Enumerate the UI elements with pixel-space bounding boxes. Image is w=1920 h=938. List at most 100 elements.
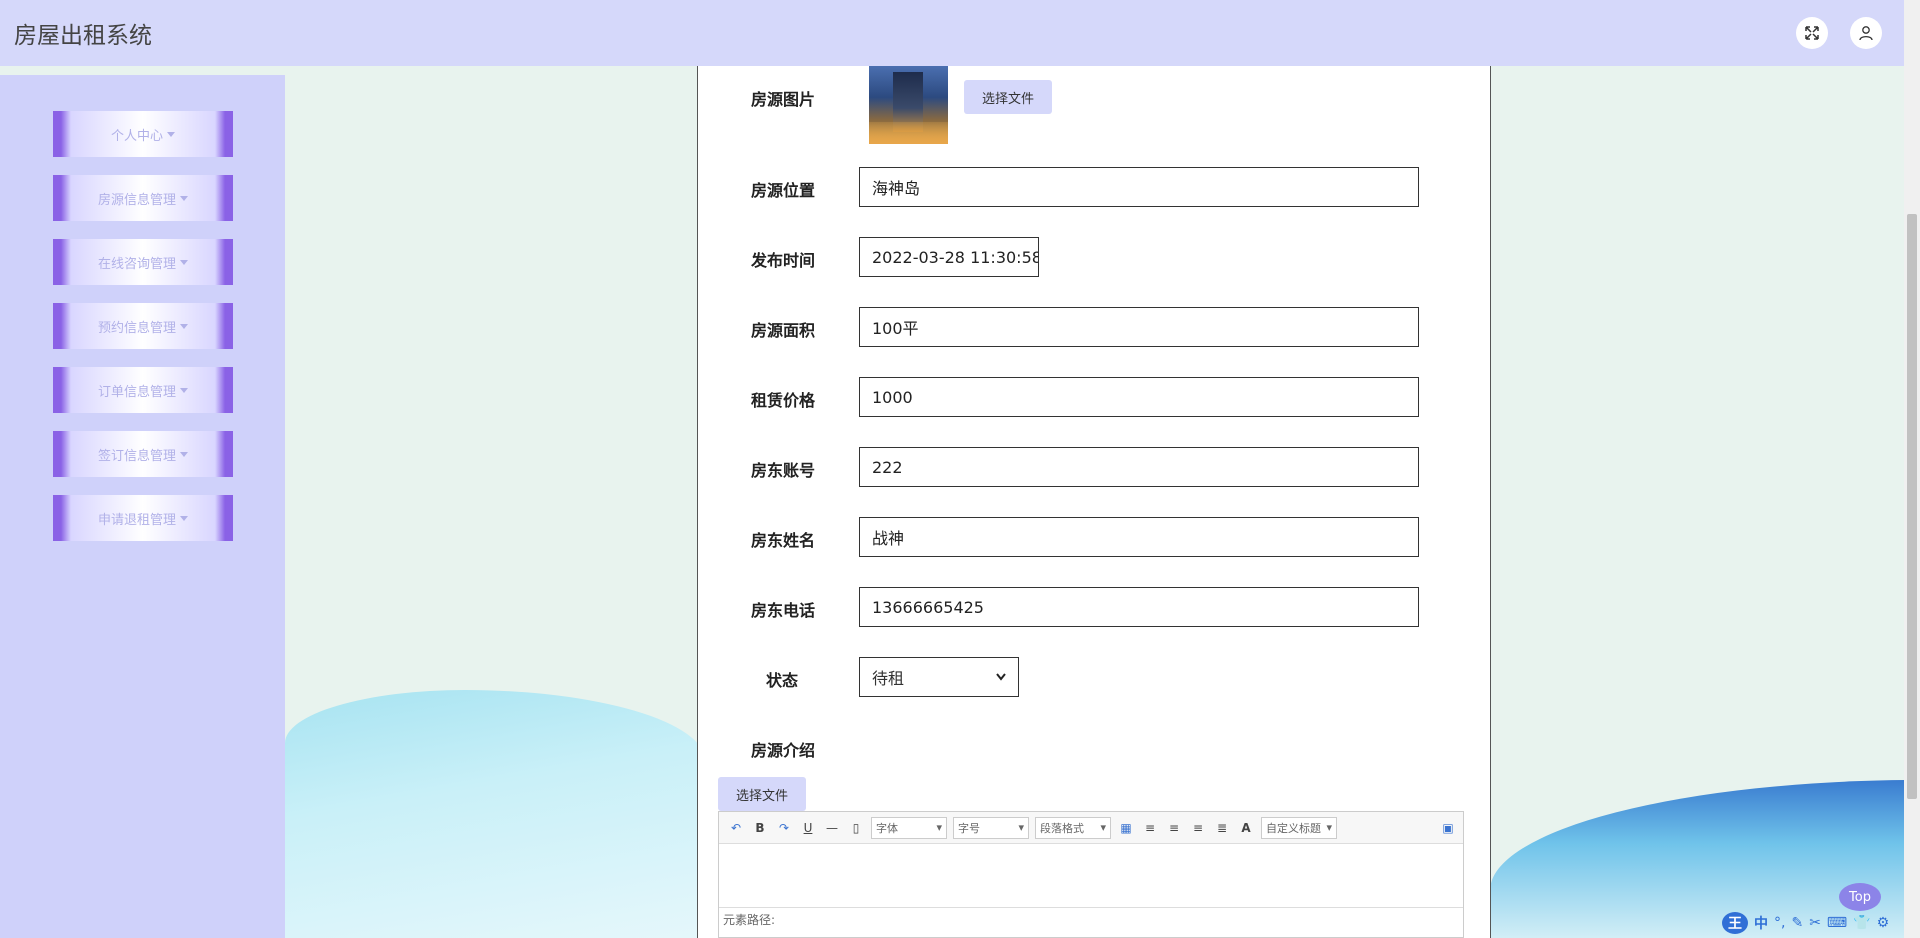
paragraph-format-select[interactable]: 段落格式 ▾: [1035, 816, 1111, 839]
editor-toolbar: ↶ B ↷ U — ▯ 字体 ▾ 字号 ▾ 段落格式 ▾ ▦ ≡ ≡ ≡ ≣ A 自定…: [719, 812, 1463, 844]
bold-icon[interactable]: B: [751, 819, 769, 837]
image-row: 房源图片 选择文件: [698, 66, 1490, 146]
fullscreen-editor-icon[interactable]: ▣: [1439, 819, 1457, 837]
sidebar-item-label: 个人中心: [110, 128, 163, 144]
location-row: 房源位置 海神岛: [698, 167, 1490, 207]
sidebar-item-label: 房源信息管理: [97, 192, 176, 208]
settings-icon[interactable]: ⚙: [1877, 915, 1890, 931]
status-label: 状态: [766, 671, 799, 690]
align-center-icon[interactable]: ≡: [1189, 819, 1207, 837]
ime-toolbar: 王 中 °, ✎ ✂ ⌨ 👕 ⚙: [1722, 910, 1904, 936]
sidebar-item-checkout-management[interactable]: 申请退租管理: [53, 495, 233, 541]
dropdown-arrow-icon: ▾: [936, 821, 942, 834]
top-header: 房屋出租系统: [0, 0, 1904, 66]
user-menu-button[interactable]: [1850, 17, 1882, 49]
editor-element-path: 元素路径:: [719, 907, 1463, 931]
caret-down-icon: [167, 131, 175, 137]
sidebar: 个人中心 房源信息管理 在线咨询管理 预约信息管理 订单信息管理 签订信息管理 …: [0, 75, 285, 938]
area-row: 房源面积 100平: [698, 307, 1490, 347]
listing-image-thumbnail: [869, 66, 948, 144]
sidebar-item-label: 签订信息管理: [97, 448, 176, 464]
pen-icon[interactable]: ✎: [1791, 915, 1803, 931]
underline-icon[interactable]: U: [799, 819, 817, 837]
intro-label: 房源介绍: [751, 741, 816, 760]
sidebar-item-label: 订单信息管理: [97, 384, 176, 400]
choose-intro-file-button[interactable]: 选择文件: [718, 777, 806, 811]
publish-time-row: 发布时间 2022-03-28 11:30:58: [698, 237, 1490, 277]
skin-icon[interactable]: 👕: [1853, 915, 1870, 931]
align-right-icon[interactable]: ≡: [1165, 819, 1183, 837]
sidebar-item-appointment-management[interactable]: 预约信息管理: [53, 303, 233, 349]
custom-heading-select-value: 自定义标题: [1266, 821, 1321, 835]
price-row: 租赁价格 1000: [698, 377, 1490, 417]
caret-down-icon: [180, 195, 188, 201]
landlord-account-row: 房东账号 222: [698, 447, 1490, 487]
paragraph-format-select-value: 段落格式: [1040, 821, 1084, 835]
landlord-phone-row: 房东电话 13666665425: [698, 587, 1490, 627]
font-family-select[interactable]: 字体 ▾: [871, 816, 947, 839]
caret-down-icon: [180, 515, 188, 521]
status-row: 状态 待租: [698, 657, 1490, 697]
font-size-select-value: 字号: [958, 821, 980, 835]
chevron-down-icon: [996, 673, 1006, 681]
dropdown-arrow-icon: ▾: [1018, 821, 1024, 834]
landlord-account-input[interactable]: 222: [859, 447, 1419, 487]
vertical-scrollbar[interactable]: [1904, 0, 1920, 938]
sidebar-item-listing-management[interactable]: 房源信息管理: [53, 175, 233, 221]
ime-language-indicator[interactable]: 中: [1754, 913, 1768, 933]
landlord-account-label: 房东账号: [751, 461, 816, 480]
punctuation-icon[interactable]: °,: [1774, 915, 1785, 931]
publish-time-input[interactable]: 2022-03-28 11:30:58: [859, 237, 1039, 277]
font-family-select-value: 字体: [876, 821, 898, 835]
header-actions: [1796, 17, 1882, 49]
thumbnail-glow: [869, 122, 948, 144]
caret-down-icon: [180, 259, 188, 265]
landlord-phone-input[interactable]: 13666665425: [859, 587, 1419, 627]
ime-logo-icon[interactable]: 王: [1722, 912, 1748, 934]
price-input[interactable]: 1000: [859, 377, 1419, 417]
area-label: 房源面积: [751, 321, 816, 340]
landlord-name-input[interactable]: 战神: [859, 517, 1419, 557]
horizontal-rule-icon[interactable]: —: [823, 819, 841, 837]
app-title: 房屋出租系统: [14, 23, 152, 49]
area-input[interactable]: 100平: [859, 307, 1419, 347]
back-to-top-button[interactable]: Top: [1839, 883, 1881, 911]
document-icon[interactable]: ▯: [847, 819, 865, 837]
sidebar-item-order-management[interactable]: 订单信息管理: [53, 367, 233, 413]
scrollbar-thumb[interactable]: [1907, 214, 1917, 799]
sidebar-item-label: 在线咨询管理: [97, 256, 176, 272]
font-size-select[interactable]: 字号 ▾: [953, 816, 1029, 839]
location-label: 房源位置: [751, 181, 816, 200]
image-label: 房源图片: [751, 90, 816, 109]
font-color-icon[interactable]: A: [1237, 819, 1255, 837]
landlord-phone-label: 房东电话: [751, 601, 816, 620]
status-select[interactable]: 待租: [859, 657, 1019, 697]
table-icon[interactable]: ▦: [1117, 819, 1135, 837]
keyboard-icon[interactable]: ⌨: [1827, 915, 1847, 931]
background-wave-left: [285, 690, 705, 938]
choose-image-button[interactable]: 选择文件: [964, 80, 1052, 114]
user-icon: [1859, 26, 1873, 41]
price-label: 租赁价格: [751, 391, 816, 410]
landlord-name-row: 房东姓名 战神: [698, 517, 1490, 557]
intro-row: 房源介绍: [698, 727, 1490, 767]
caret-down-icon: [180, 451, 188, 457]
sidebar-item-contract-management[interactable]: 签订信息管理: [53, 431, 233, 477]
sidebar-item-consultation-management[interactable]: 在线咨询管理: [53, 239, 233, 285]
align-justify-icon[interactable]: ≣: [1213, 819, 1231, 837]
sidebar-item-personal-center[interactable]: 个人中心: [53, 111, 233, 157]
scissors-icon[interactable]: ✂: [1809, 915, 1821, 931]
custom-heading-select[interactable]: 自定义标题 ▾: [1261, 816, 1337, 839]
redo-icon[interactable]: ↷: [775, 819, 793, 837]
editor-content-area[interactable]: [719, 844, 1463, 907]
location-input[interactable]: 海神岛: [859, 167, 1419, 207]
dropdown-arrow-icon: ▾: [1326, 821, 1332, 834]
fullscreen-button[interactable]: [1796, 17, 1828, 49]
caret-down-icon: [180, 387, 188, 393]
sidebar-item-label: 申请退租管理: [97, 512, 176, 528]
align-left-icon[interactable]: ≡: [1141, 819, 1159, 837]
publish-time-label: 发布时间: [751, 251, 816, 270]
rich-text-editor: ↶ B ↷ U — ▯ 字体 ▾ 字号 ▾ 段落格式 ▾ ▦ ≡ ≡ ≡ ≣ A 自定…: [718, 811, 1464, 938]
sidebar-item-label: 预约信息管理: [97, 320, 176, 336]
undo-icon[interactable]: ↶: [727, 819, 745, 837]
